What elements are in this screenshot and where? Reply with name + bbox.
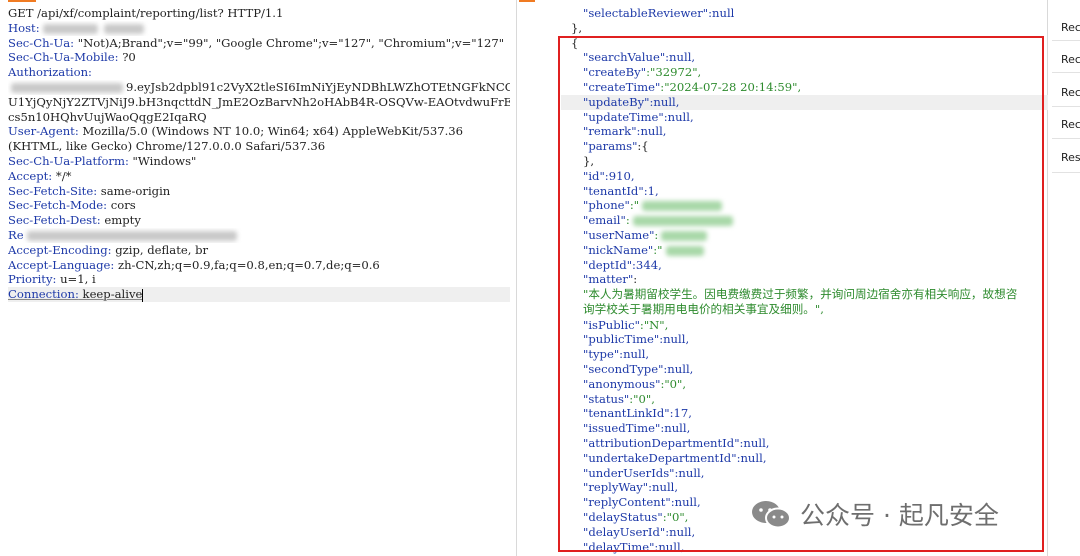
header-referer: Re: [8, 228, 510, 243]
json-line: "replyWay":null,: [583, 480, 679, 495]
header-platform: Sec-Ch-Ua-Platform: "Windows": [8, 153, 197, 168]
header-user-agent-cont: (KHTML, like Gecko) Chrome/127.0.0.0 Saf…: [8, 139, 326, 154]
json-line: "issuedTime":null,: [583, 421, 691, 436]
json-line: "undertakeDepartmentId":null,: [583, 450, 767, 465]
divider: [1052, 138, 1080, 139]
json-line: {: [571, 35, 579, 50]
redacted-blur: [103, 23, 144, 34]
response-tab-accent: [519, 0, 535, 2]
response-viewer[interactable]: "selectableReviewer":null }, { "searchVa…: [517, 0, 1051, 556]
json-line: "phone":": [561, 198, 1051, 213]
redacted-blur: [665, 245, 704, 256]
json-line: "createTime":"2024-07-28 20:14:59",: [583, 79, 802, 94]
header-sec-ch-ua: Sec-Ch-Ua: "Not)A;Brand";v="99", "Google…: [8, 35, 505, 50]
header-fetch-dest: Sec-Fetch-Dest: empty: [8, 213, 141, 228]
json-line: "params":{: [583, 139, 649, 154]
header-accept-language: Accept-Language: zh-CN,zh;q=0.9,fa;q=0.8…: [8, 257, 380, 272]
side-tab-1[interactable]: Rec: [1061, 21, 1080, 34]
side-tab-5[interactable]: Res: [1061, 151, 1080, 164]
header-authorization: Authorization:: [8, 65, 92, 80]
redacted-blur: [42, 23, 98, 34]
json-line: "matter":: [583, 272, 638, 287]
redacted-blur: [632, 216, 733, 227]
json-line: "anonymous":"0",: [583, 376, 687, 391]
header-sec-ch-ua-mobile: Sec-Ch-Ua-Mobile: ?0: [8, 50, 136, 65]
header-fetch-mode: Sec-Fetch-Mode: cors: [8, 198, 136, 213]
header-user-agent: User-Agent: Mozilla/5.0 (Windows NT 10.0…: [8, 124, 464, 139]
redacted-blur: [11, 82, 123, 93]
json-line: },: [571, 20, 583, 35]
json-line: "userName":: [561, 228, 1051, 243]
side-tab-4[interactable]: Rec: [1061, 118, 1080, 131]
json-line: "searchValue":null,: [583, 50, 696, 65]
json-line: "updateBy":null,: [561, 94, 1051, 110]
json-line: },: [583, 153, 595, 168]
json-line: "id":910,: [583, 168, 635, 183]
request-line: GET /api/xf/complaint/reporting/list? HT…: [8, 6, 284, 20]
redacted-blur: [642, 201, 723, 212]
request-tab-accent: [8, 0, 36, 2]
auth-line-1: 9.eyJsb2dpbl91c2VyX2tleSI6ImNiYjEyNDBhLW…: [8, 80, 510, 95]
text-caret: [142, 288, 144, 302]
request-lines: GET /api/xf/complaint/reporting/list? HT…: [8, 6, 510, 302]
watermark: 公众号 · 起凡安全: [750, 496, 999, 532]
json-line: "selectableReviewer":null: [583, 6, 735, 20]
header-priority: Priority: u=1, i: [8, 272, 96, 287]
json-line: "publicTime":null,: [583, 332, 690, 347]
json-line: "createBy":"32972",: [583, 65, 702, 80]
request-editor[interactable]: GET /api/xf/complaint/reporting/list? HT…: [0, 0, 517, 556]
json-line: "updateTime":null,: [583, 109, 694, 124]
json-line: "type":null,: [583, 347, 650, 362]
header-accept: Accept: */*: [8, 168, 72, 183]
auth-line-3: cs5n10HQhvUujWaoQqgE2IqaRQ: [8, 109, 207, 124]
json-line: "remark":null,: [583, 124, 667, 139]
json-line: "underUserIds":null,: [583, 465, 705, 480]
side-tab-panel: [1048, 0, 1080, 556]
json-line: "secondType":null,: [583, 361, 694, 376]
divider: [1052, 106, 1080, 107]
redacted-blur: [26, 230, 237, 241]
json-line: "delayTime":null,: [583, 539, 685, 554]
json-line: "tenantId":1,: [583, 183, 659, 198]
json-line: "email":: [561, 213, 1051, 228]
divider: [1052, 72, 1080, 73]
matter-text: "本人为暑期留校学生。因电费缴费过于频繁，并询问周边宿舍亦有相关响应，故想咨询学…: [583, 287, 1018, 317]
json-line: "deptId":344,: [583, 257, 662, 272]
json-line: "status":"0",: [583, 391, 655, 406]
response-lines: "selectableReviewer":null }, { "searchVa…: [561, 6, 1051, 554]
wechat-icon: [750, 499, 792, 529]
side-tab-2[interactable]: Rec: [1061, 53, 1080, 66]
redacted-blur: [661, 230, 708, 241]
divider: [1052, 172, 1080, 173]
json-line: "isPublic":"N",: [583, 317, 669, 332]
divider: [1052, 40, 1080, 41]
auth-line-2: U1YjQyNjY2ZTVjNiJ9.bH3nqcttdN_JmE2OzBarv…: [8, 94, 510, 109]
side-tab-3[interactable]: Rec: [1061, 86, 1080, 99]
json-line: "nickName":": [561, 243, 1051, 258]
header-accept-encoding: Accept-Encoding: gzip, deflate, br: [8, 242, 209, 257]
header-connection[interactable]: Connection: keep-alive: [8, 287, 510, 302]
header-fetch-site: Sec-Fetch-Site: same-origin: [8, 183, 171, 198]
header-host: Host:: [8, 21, 510, 36]
watermark-text: 公众号 · 起凡安全: [800, 501, 999, 530]
json-line: "tenantLinkId":17,: [583, 406, 692, 421]
json-line: "attributionDepartmentId":null,: [583, 435, 770, 450]
